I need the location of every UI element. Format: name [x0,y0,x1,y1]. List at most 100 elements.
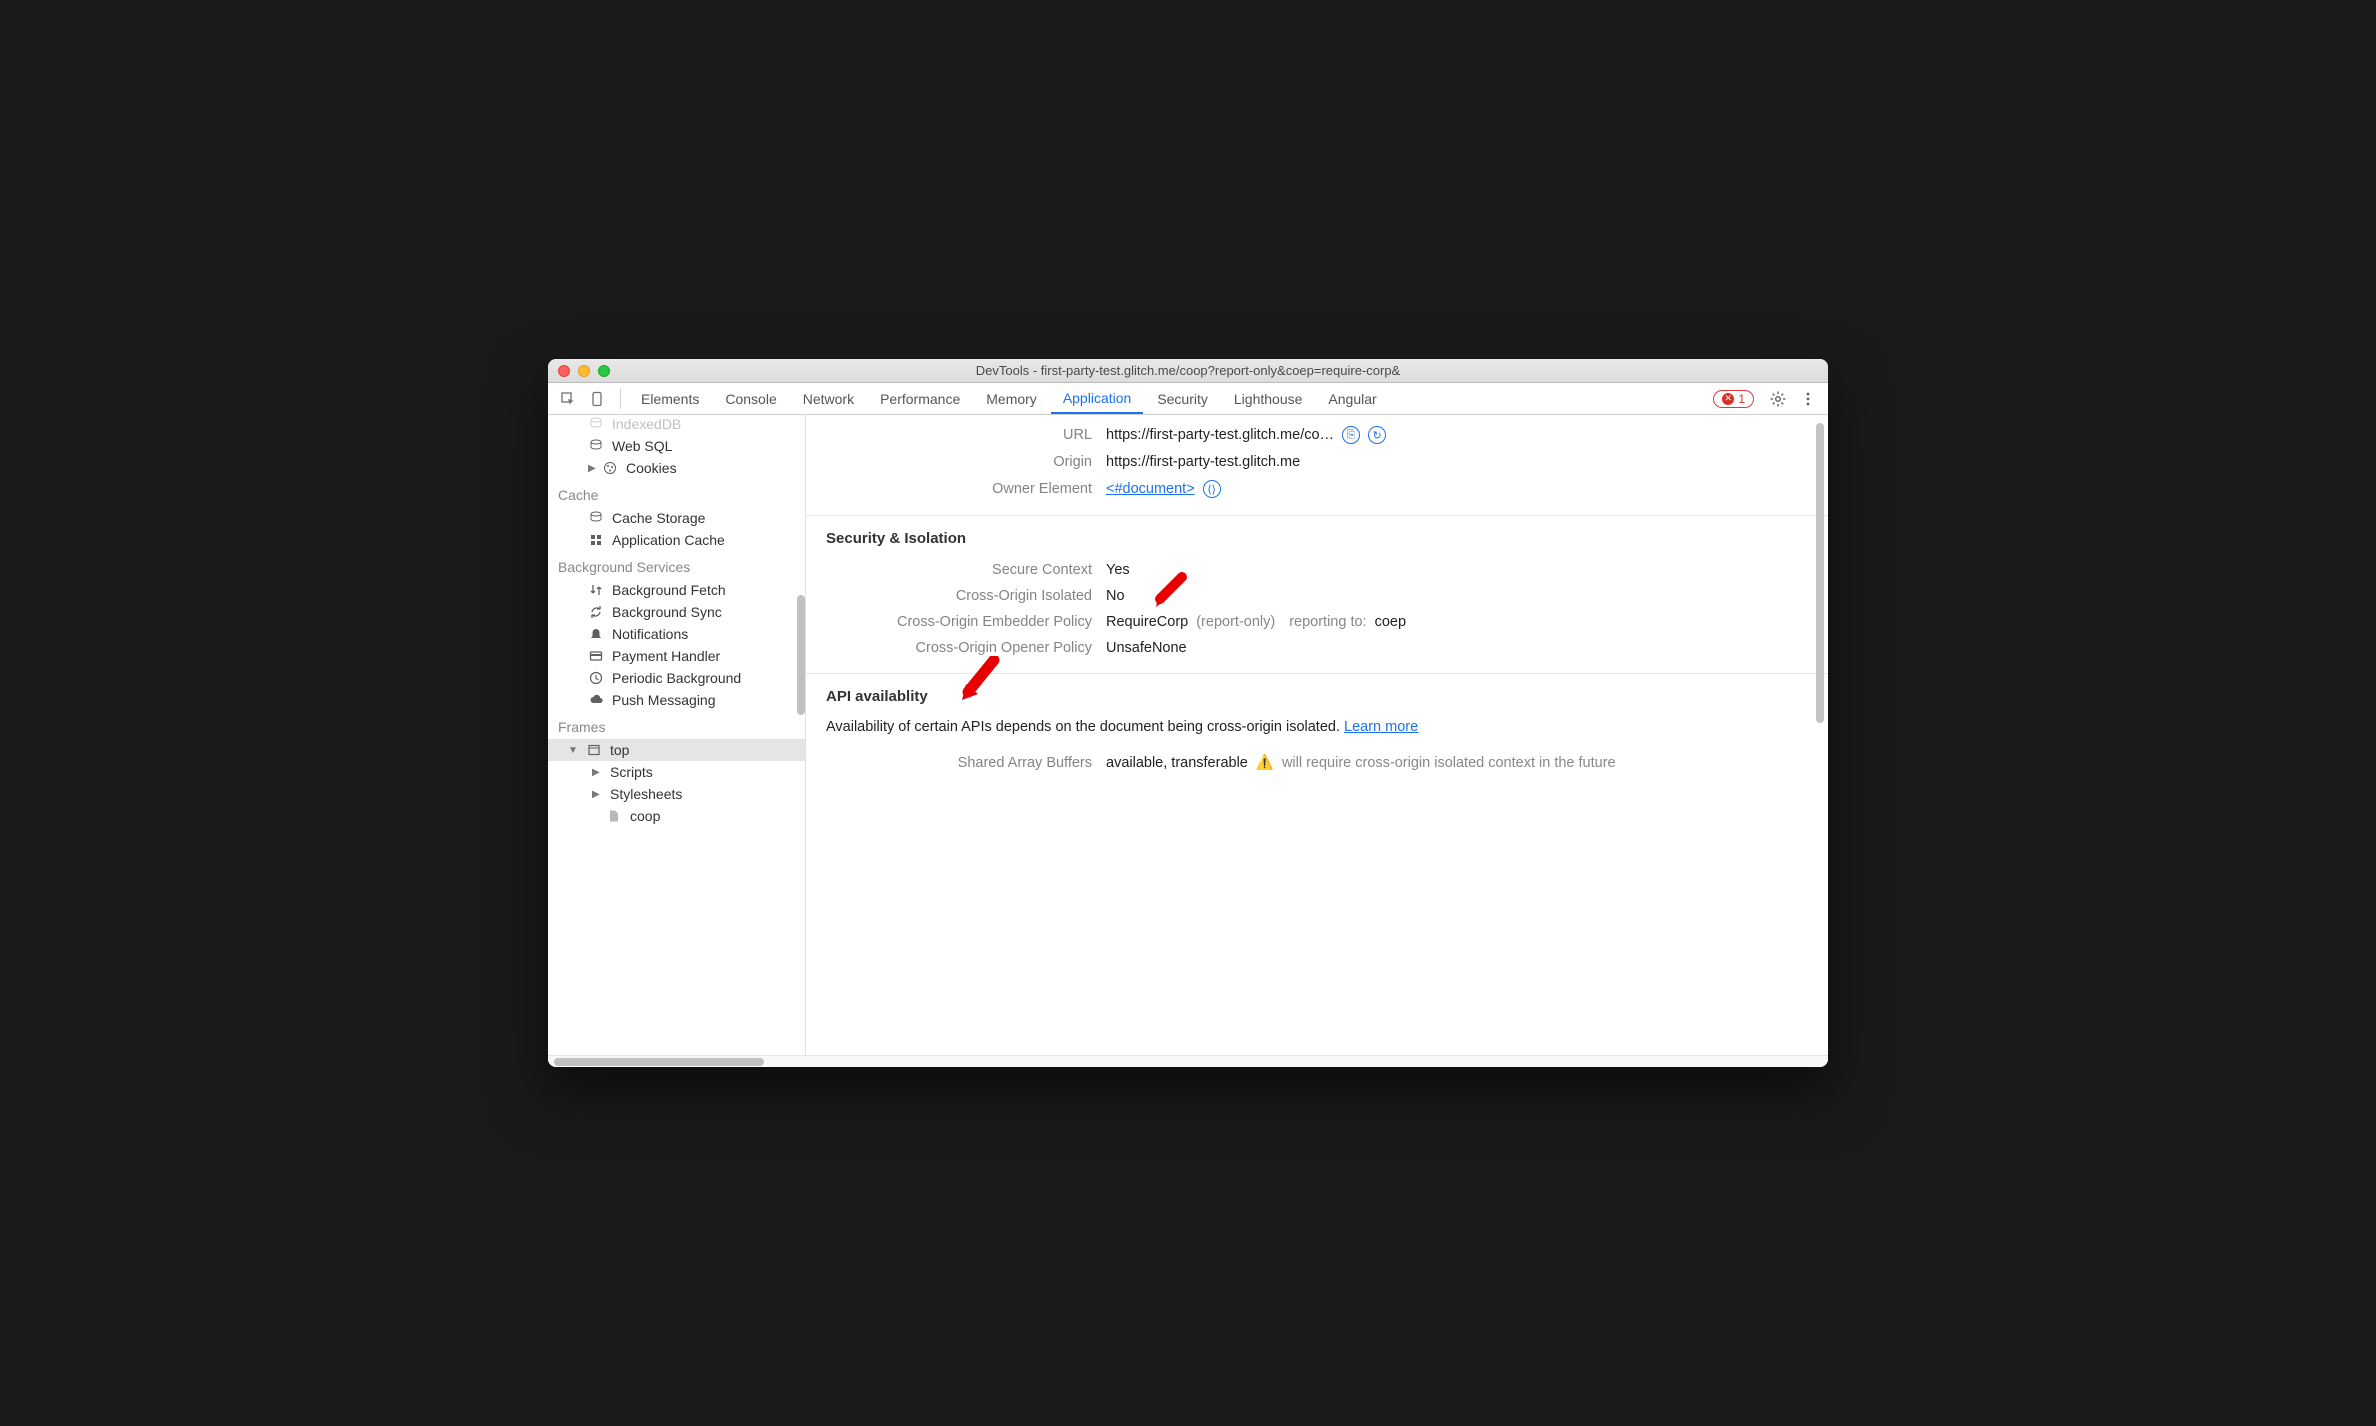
caret-icon: ▼ [568,745,578,756]
devtools-tabbar: ElementsConsoleNetworkPerformanceMemoryA… [548,383,1828,415]
sidebar-item-periodic[interactable]: Periodic Background [548,667,805,689]
device-icon[interactable] [584,385,612,413]
titlebar: DevTools - first-party-test.glitch.me/co… [548,359,1828,383]
coep-reporting-label: reporting to: [1289,614,1366,630]
bell-icon [588,626,604,642]
sidebar-label: Payment Handler [612,648,720,664]
window-controls [558,365,610,377]
grid-icon [588,532,604,548]
sidebar-item-cookies[interactable]: ▶ Cookies [548,457,805,479]
sidebar-label: top [610,742,629,758]
error-badge[interactable]: ✕ 1 [1713,390,1754,408]
owner-element-link[interactable]: <#document> [1106,481,1195,497]
secure-context-value: Yes [1106,562,1130,578]
warning-icon: ⚠️ [1256,754,1274,771]
coi-value: No [1106,588,1125,604]
sidebar-label: IndexedDB [612,416,681,432]
error-count: 1 [1738,392,1745,406]
devtools-window: DevTools - first-party-test.glitch.me/co… [548,359,1828,1067]
scrollbar-thumb[interactable] [554,1058,764,1066]
tab-network[interactable]: Network [791,383,866,414]
sidebar-label: Background Fetch [612,582,726,598]
sidebar-item-push[interactable]: Push Messaging [548,689,805,711]
caret-icon: ▶ [588,463,598,474]
sidebar-label: Web SQL [612,438,672,454]
sidebar-item-payment[interactable]: Payment Handler [548,645,805,667]
sidebar-label: Cookies [626,460,677,476]
tab-performance[interactable]: Performance [868,383,972,414]
document-icon [606,808,622,824]
card-icon [588,648,604,664]
frame-details[interactable]: URL https://first-party-test.glitch.me/c… [806,415,1828,1055]
tab-security[interactable]: Security [1145,383,1220,414]
more-icon[interactable] [1794,385,1822,413]
tab-memory[interactable]: Memory [974,383,1049,414]
sab-value: available, transferable [1106,755,1248,771]
sidebar-item-bgfetch[interactable]: Background Fetch [548,579,805,601]
tab-elements[interactable]: Elements [629,383,711,414]
inspect-icon[interactable] [554,385,582,413]
sidebar-label: Background Sync [612,604,722,620]
sidebar-item-bgsync[interactable]: Background Sync [548,601,805,623]
tab-application[interactable]: Application [1051,383,1144,414]
horizontal-scrollbar[interactable] [548,1055,1828,1067]
sidebar-label: Periodic Background [612,670,741,686]
coi-label: Cross-Origin Isolated [806,588,1106,604]
url-label: URL [806,427,1106,443]
sidebar-item-top-frame[interactable]: ▼ top [548,739,805,761]
sidebar-label: Cache Storage [612,510,705,526]
sidebar-item-cachestorage[interactable]: Cache Storage [548,507,805,529]
database-icon [588,510,604,526]
api-note: Availability of certain APIs depends on … [806,715,1828,749]
sidebar-item-appcache[interactable]: Application Cache [548,529,805,551]
caret-icon: ▶ [592,767,602,778]
tab-console[interactable]: Console [713,383,788,414]
sidebar-label: Application Cache [612,532,725,548]
close-window-button[interactable] [558,365,570,377]
maximize-window-button[interactable] [598,365,610,377]
database-icon [588,416,604,432]
sidebar-item-notifications[interactable]: Notifications [548,623,805,645]
database-icon [588,438,604,454]
coop-label: Cross-Origin Opener Policy [806,640,1106,656]
sidebar-item-websql[interactable]: Web SQL [548,435,805,457]
api-note-text: Availability of certain APIs depends on … [826,719,1344,735]
sab-warning: will require cross-origin isolated conte… [1282,755,1616,771]
learn-more-link[interactable]: Learn more [1344,719,1418,735]
sidebar-label: Notifications [612,626,688,642]
sidebar-item-indexeddb[interactable]: IndexedDB [548,415,805,435]
error-icon: ✕ [1722,393,1734,405]
sidebar-group-frames: Frames [548,711,805,739]
secure-context-label: Secure Context [806,562,1106,578]
origin-value: https://first-party-test.glitch.me [1106,454,1300,470]
frame-icon [586,742,602,758]
open-icon[interactable]: ↻ [1368,426,1386,444]
copy-icon[interactable]: ⎘ [1342,426,1360,444]
coep-mode: (report-only) [1196,614,1275,630]
tab-angular[interactable]: Angular [1316,383,1388,414]
sync-icon [588,604,604,620]
caret-icon: ▶ [592,789,602,800]
security-heading: Security & Isolation [806,516,1828,557]
coep-label: Cross-Origin Embedder Policy [806,614,1106,630]
sidebar-item-scripts[interactable]: ▶ Scripts [548,761,805,783]
settings-icon[interactable] [1764,385,1792,413]
sidebar-label: Scripts [610,764,653,780]
cloud-icon [588,692,604,708]
sidebar-label: Push Messaging [612,692,716,708]
sab-label: Shared Array Buffers [806,755,1106,771]
coep-reporting-value: coep [1375,614,1406,630]
sidebar-item-coop[interactable]: coop [548,805,805,827]
clock-icon [588,670,604,686]
minimize-window-button[interactable] [578,365,590,377]
sidebar-scrollbar[interactable] [797,595,805,715]
sidebar-item-stylesheets[interactable]: ▶ Stylesheets [548,783,805,805]
reveal-icon[interactable]: ⟨⟩ [1203,480,1221,498]
tab-lighthouse[interactable]: Lighthouse [1222,383,1315,414]
application-sidebar[interactable]: IndexedDB Web SQL ▶ Cookies Cache [548,415,806,1055]
window-title: DevTools - first-party-test.glitch.me/co… [556,363,1820,378]
panel-body: IndexedDB Web SQL ▶ Cookies Cache [548,415,1828,1055]
coop-value: UnsafeNone [1106,640,1187,656]
annotation-arrow-icon [954,656,1002,708]
url-value: https://first-party-test.glitch.me/co… [1106,427,1334,443]
